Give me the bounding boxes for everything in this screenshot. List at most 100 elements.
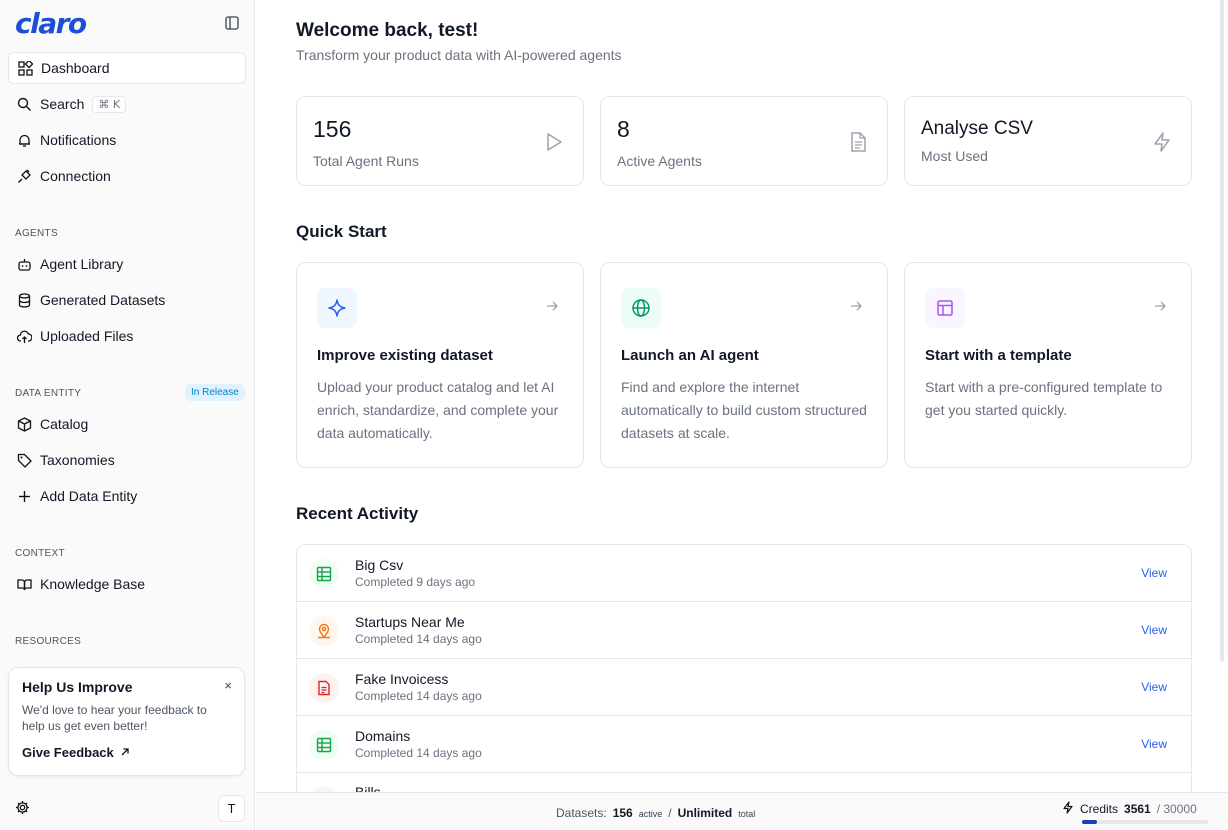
activity-name: Bills bbox=[355, 784, 381, 792]
arrow-right-icon bbox=[849, 299, 865, 315]
avatar[interactable]: T bbox=[218, 795, 245, 822]
credits-row: Credits 3561 / 30000 bbox=[1062, 801, 1222, 817]
credits-widget[interactable]: Credits 3561 / 30000 bbox=[1062, 801, 1222, 824]
lightning-icon bbox=[1151, 131, 1173, 153]
stat-card-total-runs: 156 Total Agent Runs bbox=[296, 96, 584, 186]
credits-total: / 30000 bbox=[1156, 802, 1197, 816]
play-icon bbox=[543, 131, 565, 153]
sidebar-item-generated-datasets[interactable]: Generated Datasets bbox=[8, 284, 246, 316]
sidebar-item-taxonomies[interactable]: Taxonomies bbox=[8, 444, 246, 476]
total-word: total bbox=[738, 809, 756, 819]
view-link[interactable]: View bbox=[1141, 623, 1167, 637]
quick-start-title: Improve existing dataset bbox=[317, 347, 493, 364]
quick-start-heading: Quick Start bbox=[296, 222, 387, 241]
feedback-card: Help Us Improve × We'd love to hear your… bbox=[8, 667, 245, 776]
stat-value: 156 bbox=[313, 116, 352, 142]
sidebar-item-label: Search bbox=[40, 96, 85, 112]
sidebar-item-label: Uploaded Files bbox=[40, 328, 134, 344]
stat-value: Analyse CSV bbox=[921, 118, 1033, 139]
activity-name: Startups Near Me bbox=[355, 614, 465, 630]
feedback-title: Help Us Improve bbox=[22, 679, 133, 695]
activity-status: Completed 14 days ago bbox=[355, 632, 482, 646]
give-feedback-label: Give Feedback bbox=[22, 745, 114, 760]
sidebar-item-notifications[interactable]: Notifications bbox=[8, 124, 246, 156]
sidebar: claro Dashboard Search ⌘ K Notifications… bbox=[0, 0, 255, 830]
credits-used: 3561 bbox=[1124, 802, 1151, 816]
arrow-right-icon bbox=[1153, 299, 1169, 315]
stat-value: 8 bbox=[617, 116, 630, 142]
main-content: Welcome back, test! Transform your produ… bbox=[256, 0, 1224, 792]
view-link[interactable]: View bbox=[1141, 566, 1167, 580]
sidebar-item-connection[interactable]: Connection bbox=[8, 160, 246, 192]
list-item[interactable]: Domains Completed 14 days ago View bbox=[297, 716, 1191, 773]
view-link[interactable]: View bbox=[1141, 737, 1167, 751]
sidebar-item-dashboard[interactable]: Dashboard bbox=[8, 52, 246, 84]
quick-start-desc: Start with a pre-configured template to … bbox=[925, 379, 1163, 418]
stat-label: Total Agent Runs bbox=[313, 153, 419, 169]
feedback-text: We'd love to hear your feedback to help … bbox=[22, 703, 207, 733]
logo[interactable]: claro bbox=[15, 7, 87, 40]
credits-label: Credits bbox=[1080, 802, 1119, 816]
list-item[interactable]: Big Csv Completed 9 days ago View bbox=[297, 545, 1191, 602]
search-icon bbox=[16, 96, 32, 112]
cloud-upload-icon bbox=[16, 328, 32, 344]
table-icon bbox=[309, 559, 339, 589]
globe-icon bbox=[621, 288, 661, 328]
section-label-resources: RESOURCES bbox=[15, 636, 82, 647]
stat-label: Active Agents bbox=[617, 153, 702, 169]
list-item[interactable]: Startups Near Me Completed 14 days ago V… bbox=[297, 602, 1191, 659]
bot-icon bbox=[16, 256, 32, 272]
gear-icon[interactable] bbox=[15, 800, 31, 816]
close-icon[interactable]: × bbox=[224, 678, 232, 693]
activity-status: Completed 14 days ago bbox=[355, 746, 482, 760]
lightning-icon bbox=[1062, 801, 1074, 817]
activity-name: Fake Invoicess bbox=[355, 671, 449, 687]
quick-start-title: Start with a template bbox=[925, 347, 1072, 364]
datasets-usage: Datasets: 156 active / Unlimited total bbox=[556, 806, 755, 820]
activity-name: Domains bbox=[355, 728, 411, 744]
sidebar-item-label: Agent Library bbox=[40, 256, 124, 272]
page-subtitle: Transform your product data with AI-powe… bbox=[296, 47, 622, 63]
give-feedback-link[interactable]: Give Feedback bbox=[22, 745, 231, 760]
credits-progress-fill bbox=[1082, 820, 1097, 824]
view-link[interactable]: View bbox=[1141, 680, 1167, 694]
logo-row: claro bbox=[15, 7, 240, 40]
list-item[interactable]: Bills bbox=[297, 773, 1191, 792]
sidebar-item-catalog[interactable]: Catalog bbox=[8, 408, 246, 440]
dashboard-icon bbox=[17, 60, 33, 76]
recent-activity-heading: Recent Activity bbox=[296, 504, 419, 523]
page-title: Welcome back, test! bbox=[296, 20, 479, 41]
sidebar-item-search[interactable]: Search ⌘ K bbox=[8, 88, 246, 120]
sidebar-toggle-icon[interactable] bbox=[224, 15, 240, 31]
sidebar-item-knowledge-base[interactable]: Knowledge Base bbox=[8, 568, 246, 600]
datasets-label: Datasets: bbox=[556, 806, 607, 820]
list-item[interactable]: Fake Invoicess Completed 14 days ago Vie… bbox=[297, 659, 1191, 716]
quick-start-template[interactable]: Start with a template Start with a pre-c… bbox=[904, 262, 1192, 468]
stat-label: Most Used bbox=[921, 148, 988, 164]
document-icon bbox=[847, 131, 869, 153]
sparkle-icon bbox=[317, 288, 357, 328]
activity-name: Big Csv bbox=[355, 557, 404, 573]
plus-icon bbox=[16, 488, 32, 504]
stat-card-most-used: Analyse CSV Most Used bbox=[904, 96, 1192, 186]
section-label-context: CONTEXT bbox=[15, 548, 65, 559]
template-icon bbox=[925, 288, 965, 328]
sidebar-item-agent-library[interactable]: Agent Library bbox=[8, 248, 246, 280]
tag-icon bbox=[16, 452, 32, 468]
sidebar-item-label: Generated Datasets bbox=[40, 292, 166, 308]
scrollbar[interactable] bbox=[1220, 0, 1224, 662]
sidebar-item-uploaded-files[interactable]: Uploaded Files bbox=[8, 320, 246, 352]
datasets-active-count: 156 bbox=[612, 806, 633, 820]
quick-start-launch-agent[interactable]: Launch an AI agent Find and explore the … bbox=[600, 262, 888, 468]
activity-status: Completed 9 days ago bbox=[355, 575, 476, 589]
stat-card-active-agents: 8 Active Agents bbox=[600, 96, 888, 186]
activity-status: Completed 14 days ago bbox=[355, 689, 482, 703]
status-bar: Datasets: 156 active / Unlimited total C… bbox=[256, 792, 1228, 830]
sidebar-item-add-data-entity[interactable]: Add Data Entity bbox=[8, 480, 246, 512]
sidebar-item-label: Catalog bbox=[40, 416, 89, 432]
sidebar-item-label: Knowledge Base bbox=[40, 576, 146, 592]
in-release-badge: In Release bbox=[185, 384, 245, 401]
arrow-up-right-icon bbox=[120, 745, 130, 760]
credits-progress-bar bbox=[1082, 820, 1208, 824]
quick-start-improve-dataset[interactable]: Improve existing dataset Upload your pro… bbox=[296, 262, 584, 468]
